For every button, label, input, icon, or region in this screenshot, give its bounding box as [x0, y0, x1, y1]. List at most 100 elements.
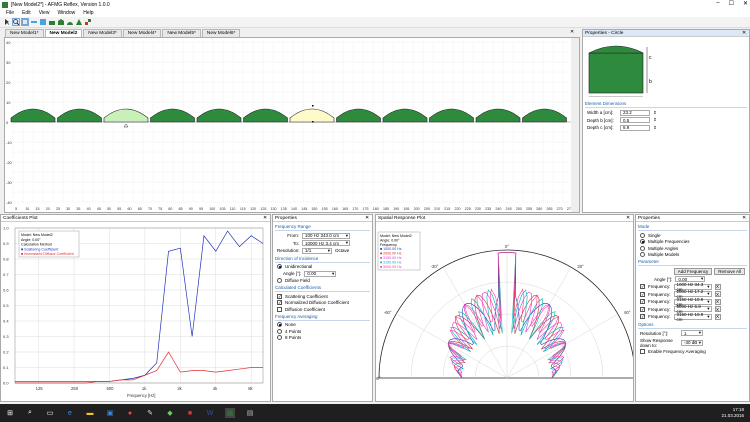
cursor-icon[interactable] [3, 18, 11, 26]
remove-frequency-button[interactable]: X [714, 291, 721, 297]
resolution-select[interactable]: 1/1 ▾ [302, 247, 332, 254]
tab-model3[interactable]: New Model3* [83, 29, 122, 37]
x-tick-label: 120 [250, 207, 256, 211]
select-icon[interactable] [21, 18, 29, 26]
depth-b-label: Depth b [cm]: [587, 117, 614, 123]
close-button[interactable]: ✕ [743, 0, 748, 7]
normalized-diffusion-checkbox[interactable]: ✓ [277, 300, 282, 305]
app-a-icon[interactable]: ✎ [145, 408, 155, 418]
remove-frequency-button[interactable]: X [714, 306, 721, 312]
spin-icon[interactable]: ⇕ [653, 125, 657, 131]
chevron-down-icon: ▾ [345, 240, 348, 245]
remove-frequency-button[interactable]: X [714, 298, 721, 305]
remove-frequency-button[interactable]: X [714, 283, 721, 290]
avg-none-label: None [285, 322, 296, 327]
menu-view[interactable]: View [39, 10, 50, 16]
shape-a-icon[interactable] [48, 18, 56, 26]
depth-c-input[interactable]: 6.9 [620, 124, 650, 131]
store-icon[interactable]: ▣ [105, 408, 115, 418]
mode-multi-model-radio[interactable] [640, 252, 645, 257]
search-icon[interactable]: ⌕ [25, 408, 35, 418]
show-response-select[interactable]: -30 dB ▾ [681, 339, 703, 346]
shape-b-icon[interactable] [57, 18, 65, 26]
reflex-taskbar-icon[interactable]: ▦ [225, 408, 235, 418]
tab-model2[interactable]: New Model2 [44, 29, 83, 37]
y-tick-label: 0.0 [3, 381, 9, 386]
pin-icon[interactable]: ✕ [365, 216, 369, 221]
pin-icon[interactable]: ✕ [626, 216, 630, 221]
from-select[interactable]: 100 Hz 343.0 cm ▾ [302, 232, 350, 239]
to-label: To: [292, 240, 299, 246]
menu-edit[interactable]: Edit [22, 10, 31, 16]
mode-multi-model-label: Multiple Models [648, 252, 680, 257]
frequency-checkbox[interactable]: ✓ [640, 291, 645, 297]
resolution-label: Resolution: [277, 248, 300, 253]
measure-icon[interactable] [30, 18, 38, 26]
tab-model4[interactable]: New Model4* [122, 29, 162, 37]
tool-icon[interactable] [84, 18, 92, 26]
remove-all-button[interactable]: Remove All [714, 267, 745, 275]
pin-icon[interactable]: ✕ [742, 31, 746, 36]
avg-none-radio[interactable] [277, 322, 282, 327]
diffusion-checkbox[interactable] [277, 306, 282, 312]
frequency-value: 3150 Hz 10.9 cm [676, 311, 704, 322]
minimize-button[interactable]: – [716, 0, 719, 7]
frequency-checkbox[interactable]: ✓ [640, 314, 645, 319]
unidirectional-radio[interactable] [277, 264, 282, 269]
tab-model5[interactable]: New Model5* [162, 29, 201, 37]
avg-8-radio[interactable] [277, 335, 282, 340]
frequency-checkbox[interactable]: ✓ [640, 299, 645, 304]
legend-entry: Model: New Model2 [21, 233, 53, 237]
explorer-icon[interactable]: ▬ [85, 408, 95, 418]
to-select[interactable]: 10000 Hz 3.4 cm ▾ [302, 240, 350, 246]
diffuse-field-radio[interactable] [277, 278, 282, 283]
tab-model1[interactable]: New Model1* [5, 29, 44, 37]
pin-icon[interactable]: ✕ [263, 216, 267, 221]
spin-icon[interactable]: ⇕ [653, 117, 657, 123]
x-tick-label: 185 [383, 207, 389, 211]
pin-icon[interactable]: ✕ [742, 216, 746, 221]
geometry-canvas[interactable]: 403020100-10-20-30-405 10 15 20 25 30 35 40 45 50… [5, 38, 579, 212]
mode-single-radio[interactable] [640, 232, 645, 238]
resolution-select[interactable]: 1 ▾ [681, 330, 703, 336]
task-view-icon[interactable]: ▭ [45, 408, 55, 418]
remove-frequency-button[interactable]: X [714, 313, 721, 320]
frequency-checkbox[interactable]: ✓ [640, 284, 645, 289]
enable-averaging-checkbox[interactable] [640, 349, 645, 354]
x-tick-label: 220 [454, 207, 460, 211]
menu-file[interactable]: File [6, 10, 14, 16]
chevron-down-icon: ▾ [332, 270, 335, 276]
shape-d-icon[interactable] [75, 18, 83, 26]
app-icon [2, 1, 8, 8]
frequency-checkbox[interactable]: ✓ [640, 306, 645, 312]
width-input[interactable]: 23.2 [620, 109, 650, 116]
mode-multi-freq-radio[interactable] [640, 239, 645, 244]
view-icon[interactable] [39, 18, 47, 26]
add-frequency-button[interactable]: Add Frequency [673, 267, 713, 275]
edge-icon[interactable]: e [65, 408, 75, 418]
tab-model6[interactable]: New Model6* [201, 29, 241, 37]
mode-multi-angle-radio[interactable] [640, 245, 645, 251]
angle-select[interactable]: 0.00 ▾ [304, 270, 337, 277]
avg-4-radio[interactable] [277, 328, 282, 334]
windows-start-icon[interactable]: ⊞ [5, 408, 15, 418]
close-icon[interactable]: ✕ [570, 29, 574, 35]
panel-title: Properties [638, 215, 660, 221]
word-icon[interactable]: W [205, 408, 215, 418]
app-c-icon[interactable]: ■ [185, 408, 195, 418]
shape-c-icon[interactable] [66, 18, 74, 26]
geometry-view[interactable]: 40 30 20 10 0 -10 -20 -30 -40 5 10 15 20 25 30 35 40 45 50… [4, 37, 580, 213]
app-d-icon[interactable]: ▤ [245, 408, 255, 418]
app-b-icon[interactable]: ◆ [165, 408, 175, 418]
depth-b-input[interactable]: 0.5 [620, 117, 650, 123]
zoom-icon[interactable] [12, 18, 20, 26]
maximize-button[interactable]: ☐ [729, 0, 734, 7]
x-tick-label: 175 [363, 207, 369, 211]
menu-window[interactable]: Window [57, 10, 75, 16]
frequency-select[interactable]: 3150 Hz 10.9 cm ▾ [673, 311, 712, 322]
chrome-icon[interactable]: ● [125, 408, 135, 418]
y-tick-label: 0.4 [3, 319, 9, 324]
scattering-checkbox[interactable]: ✓ [277, 293, 282, 299]
spin-icon[interactable]: ⇕ [653, 110, 657, 116]
menu-help[interactable]: Help [83, 10, 93, 16]
